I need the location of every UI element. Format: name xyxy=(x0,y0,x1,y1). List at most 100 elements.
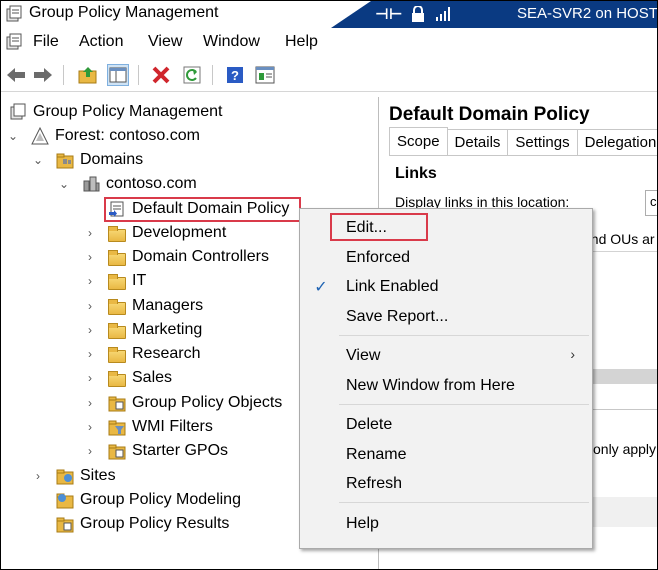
menu-item-help[interactable]: Help xyxy=(301,509,591,538)
tree-item-gpo-container[interactable]: › Group Policy Objects xyxy=(84,391,282,415)
remote-connection-bar: ⊣⊢ SEA-SVR2 on HOSTV xyxy=(331,1,658,28)
gpmc-root-icon xyxy=(10,103,26,120)
tree-item-ou[interactable]: › Development xyxy=(84,221,226,245)
tree-item-gpm-root[interactable]: Group Policy Management xyxy=(9,100,222,124)
lock-icon xyxy=(412,6,424,22)
help-icon[interactable]: ? xyxy=(224,64,246,86)
links-description-text: and OUs ar xyxy=(583,231,655,247)
security-filtering-text: only apply t xyxy=(593,441,658,457)
tree-item-ou[interactable]: › Marketing xyxy=(84,318,202,342)
chevron-right-icon[interactable]: › xyxy=(84,274,96,288)
forward-icon[interactable] xyxy=(32,64,54,86)
tree-item-gp-results[interactable]: Group Policy Results xyxy=(56,512,229,536)
tree-item-domains[interactable]: ⌄ Domains xyxy=(32,148,143,172)
tree-item-sites[interactable]: › Sites xyxy=(32,464,116,488)
refresh-icon[interactable] xyxy=(181,64,203,86)
tree-item-domain-contoso[interactable]: ⌄ contoso.com xyxy=(58,172,197,196)
menu-item-label: New Window from Here xyxy=(346,376,515,394)
chevron-right-icon[interactable]: › xyxy=(84,226,96,240)
menu-item-save-report[interactable]: Save Report... xyxy=(301,302,591,331)
chevron-down-icon[interactable]: ⌄ xyxy=(32,153,44,167)
svg-text:?: ? xyxy=(231,68,239,83)
chevron-right-icon[interactable]: › xyxy=(84,347,96,361)
gpmc-app-icon xyxy=(6,5,22,22)
menu-item-link-enabled[interactable]: ✓ Link Enabled xyxy=(301,272,591,301)
edit-highlight-box xyxy=(330,213,428,241)
up-folder-icon[interactable] xyxy=(77,64,99,86)
tree-label: contoso.com xyxy=(106,175,197,192)
tree-label: Marketing xyxy=(132,321,203,338)
wmi-filter-icon xyxy=(108,420,126,436)
tab-delegation[interactable]: Delegation xyxy=(576,129,657,155)
tree-label: IT xyxy=(132,272,147,289)
menu-separator xyxy=(339,502,589,503)
menu-item-label: Help xyxy=(346,514,379,532)
chevron-down-icon[interactable]: ⌄ xyxy=(7,129,19,143)
system-menu-icon[interactable] xyxy=(5,33,23,51)
links-location-dropdown[interactable]: c xyxy=(645,190,657,216)
details-title: Default Domain Policy xyxy=(389,104,590,125)
menu-item-rename[interactable]: Rename xyxy=(301,440,591,469)
chevron-right-icon[interactable]: › xyxy=(84,371,96,385)
tree-item-starter-gpos[interactable]: › Starter GPOs xyxy=(84,439,228,463)
pin-icon[interactable]: ⊣⊢ xyxy=(375,5,402,23)
chevron-right-icon[interactable]: › xyxy=(84,420,96,434)
delete-icon[interactable] xyxy=(150,64,172,86)
properties-icon[interactable] xyxy=(254,64,276,86)
chevron-right-icon[interactable]: › xyxy=(32,469,44,483)
tree-item-ou[interactable]: › Research xyxy=(84,342,200,366)
menu-item-label: Delete xyxy=(346,415,393,433)
menu-item-new-window[interactable]: New Window from Here xyxy=(301,371,591,400)
window-title: Group Policy Management xyxy=(29,4,219,21)
menu-file[interactable]: File xyxy=(33,33,59,51)
menu-item-delete[interactable]: Delete xyxy=(301,410,591,439)
tree-item-ou[interactable]: › Managers xyxy=(84,294,203,318)
forest-icon xyxy=(31,127,49,145)
links-heading: Links xyxy=(395,165,437,182)
tree-label: Group Policy Modeling xyxy=(80,491,241,508)
context-menu: Edit... Enforced ✓ Link Enabled Save Rep… xyxy=(299,208,593,549)
tab-scope[interactable]: Scope xyxy=(389,127,448,155)
show-hide-tree-icon[interactable] xyxy=(107,64,129,86)
menu-item-refresh[interactable]: Refresh xyxy=(301,469,591,498)
menu-help[interactable]: Help xyxy=(285,33,318,51)
tree-label: Sales xyxy=(132,369,173,386)
remote-session-label: SEA-SVR2 on HOSTV xyxy=(517,5,658,22)
chevron-down-icon[interactable]: ⌄ xyxy=(58,177,70,191)
menu-action[interactable]: Action xyxy=(79,33,123,51)
tree-label: Domains xyxy=(80,151,144,168)
menu-item-label: Enforced xyxy=(346,248,411,266)
menu-window[interactable]: Window xyxy=(203,33,260,51)
chevron-right-icon[interactable]: › xyxy=(84,299,96,313)
ou-folder-icon xyxy=(108,370,126,387)
chevron-right-icon[interactable]: › xyxy=(84,396,96,410)
ou-folder-icon xyxy=(108,298,126,315)
toolbar: ? xyxy=(1,57,657,92)
tree-item-ou[interactable]: › Sales xyxy=(84,366,172,390)
menu-item-view[interactable]: View › xyxy=(301,341,591,370)
tree-item-ou[interactable]: › IT xyxy=(84,269,146,293)
tab-settings[interactable]: Settings xyxy=(507,129,578,155)
tree-label: Development xyxy=(132,224,227,241)
chevron-right-icon[interactable]: › xyxy=(84,444,96,458)
gpmc-window: Group Policy Management ⊣⊢ SEA-SVR2 on H… xyxy=(0,0,658,570)
tree-label: Managers xyxy=(132,297,204,314)
tab-details[interactable]: Details xyxy=(446,129,509,155)
title-bar: Group Policy Management ⊣⊢ SEA-SVR2 on H… xyxy=(1,1,657,28)
chevron-right-icon[interactable]: › xyxy=(84,250,96,264)
menu-view[interactable]: View xyxy=(148,33,182,51)
signal-strength-icon xyxy=(436,7,450,21)
back-icon[interactable] xyxy=(5,64,27,86)
chevron-right-icon[interactable]: › xyxy=(84,323,96,337)
tree-item-forest[interactable]: ⌄ Forest: contoso.com xyxy=(7,124,200,148)
tree-item-ou[interactable]: › Domain Controllers xyxy=(84,245,269,269)
menu-item-enforced[interactable]: Enforced xyxy=(301,243,591,272)
gp-modeling-icon xyxy=(56,493,74,509)
ou-folder-icon xyxy=(108,273,126,290)
tree-label: Research xyxy=(132,345,201,362)
ou-folder-icon xyxy=(108,225,126,242)
tree-item-gp-modeling[interactable]: Group Policy Modeling xyxy=(56,488,241,512)
submenu-arrow-icon: › xyxy=(570,346,575,362)
tree-item-wmi-filters[interactable]: › WMI Filters xyxy=(84,415,213,439)
selection-highlight xyxy=(104,197,301,222)
